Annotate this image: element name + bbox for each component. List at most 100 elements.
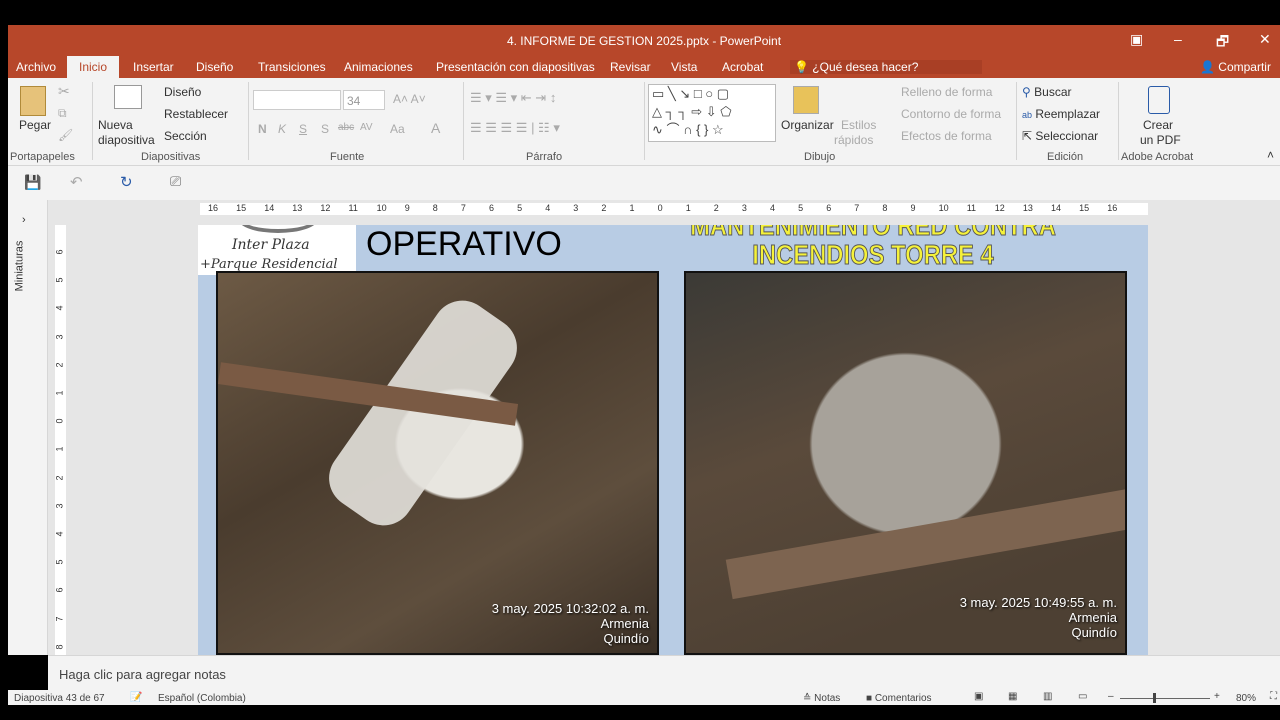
tab-insertar[interactable]: Insertar bbox=[133, 60, 174, 74]
layout-button[interactable]: Diseño bbox=[164, 85, 201, 99]
start-slideshow-icon[interactable]: ⎚ bbox=[170, 173, 181, 190]
tab-transiciones[interactable]: Transiciones bbox=[258, 60, 326, 74]
create-pdf-button[interactable]: un PDF bbox=[1140, 133, 1181, 147]
create-pdf-label[interactable]: Crear bbox=[1143, 118, 1173, 132]
collapse-ribbon-icon[interactable]: ˄ bbox=[1267, 148, 1274, 162]
paste-button[interactable]: Pegar bbox=[19, 118, 51, 132]
ribbon: Pegar ✂ ⧉ 🖌 Portapapeles Nueva diapositi… bbox=[8, 78, 1280, 166]
shadow-button[interactable]: S bbox=[321, 122, 329, 136]
zoom-level[interactable]: 80% bbox=[1236, 693, 1256, 704]
font-color-button[interactable]: A bbox=[431, 120, 440, 136]
zoom-in-button[interactable]: + bbox=[1214, 691, 1220, 702]
reset-button[interactable]: Restablecer bbox=[164, 107, 228, 121]
person-icon: 👤 bbox=[1200, 60, 1215, 74]
find-button[interactable]: ⚲ Buscar bbox=[1022, 85, 1072, 99]
comments-toggle[interactable]: ■ Comentarios bbox=[866, 693, 932, 704]
ruler-tick-label: 16 bbox=[208, 203, 219, 213]
cut-icon[interactable]: ✂ bbox=[58, 83, 70, 100]
thumbnails-pane[interactable]: › Miniaturas bbox=[8, 200, 48, 655]
slideshow-view-icon[interactable]: ▭ bbox=[1078, 691, 1087, 702]
slide-canvas[interactable]: Inter Plaza +Parque Residencial OPERATIV… bbox=[198, 225, 1148, 655]
shapes-gallery[interactable]: ▭ ╲ ↘ □ ○ ▢ △ ┐ ┐ ⇨ ⇩ ⬠ ∿ ⌒ ∩ { } ☆ bbox=[648, 84, 776, 142]
slide-sorter-icon[interactable]: ▦ bbox=[1008, 691, 1017, 702]
photo1-place: Armenia bbox=[600, 616, 649, 631]
notes-toggle[interactable]: ≙ Notas bbox=[803, 693, 840, 704]
tab-presentacion[interactable]: Presentación con diapositivas bbox=[436, 60, 595, 74]
minimize-button[interactable]: – bbox=[1174, 31, 1182, 47]
language-status[interactable]: Español (Colombia) bbox=[158, 693, 246, 704]
ruler-tick-label: 3 bbox=[573, 203, 579, 213]
tab-revisar[interactable]: Revisar bbox=[610, 60, 651, 74]
tell-me-search[interactable]: 💡 ¿Qué desea hacer? bbox=[790, 60, 982, 74]
new-slide-icon bbox=[114, 85, 142, 109]
select-button[interactable]: ⇱ Seleccionar bbox=[1022, 129, 1098, 143]
underline-button[interactable]: S bbox=[299, 122, 307, 136]
font-size-input[interactable]: 34 bbox=[343, 90, 385, 110]
zoom-slider[interactable] bbox=[1120, 698, 1210, 699]
tab-acrobat[interactable]: Acrobat bbox=[722, 60, 763, 74]
tab-archivo[interactable]: Archivo bbox=[16, 60, 56, 74]
italic-button[interactable]: K bbox=[278, 122, 286, 136]
ruler-tick-label: 4 bbox=[770, 203, 776, 213]
list-buttons[interactable]: ☰ ▾ ☰ ▾ ⇤ ⇥ ↕ bbox=[470, 90, 556, 106]
slide-title: MANTENIMIENTO RED CONTRA INCENDIOS TORRE… bbox=[665, 225, 1082, 270]
ruler-tick-label: 3 bbox=[54, 503, 65, 509]
shape-outline-button[interactable]: Contorno de forma bbox=[901, 107, 1001, 121]
redo-icon[interactable]: ↻ bbox=[120, 173, 133, 191]
expand-thumbnails-icon[interactable]: › bbox=[22, 214, 26, 226]
maximize-button[interactable]: 🗗 bbox=[1216, 31, 1229, 55]
tell-me-label: ¿Qué desea hacer? bbox=[812, 60, 919, 74]
zoom-out-button[interactable]: – bbox=[1108, 691, 1114, 702]
new-slide-button[interactable]: diapositiva bbox=[98, 133, 155, 147]
copy-icon[interactable]: ⧉ bbox=[58, 106, 67, 121]
notes-placeholder[interactable]: Haga clic para agregar notas bbox=[59, 667, 226, 682]
share-label: Compartir bbox=[1218, 60, 1271, 74]
bold-button[interactable]: N bbox=[258, 122, 267, 136]
ruler-tick-label: 9 bbox=[910, 203, 916, 213]
photo1-timestamp: 3 may. 2025 10:32:02 a. m. Armenia Quindío bbox=[492, 601, 649, 646]
ruler-tick-label: 9 bbox=[404, 203, 410, 213]
undo-icon[interactable]: ↶ bbox=[70, 173, 83, 191]
tab-animaciones[interactable]: Animaciones bbox=[344, 60, 413, 74]
strikethrough-button[interactable]: abc bbox=[338, 122, 354, 133]
ruler-tick-label: 1 bbox=[54, 446, 65, 452]
section-button[interactable]: Sección bbox=[164, 129, 207, 143]
reading-view-icon[interactable]: ▥ bbox=[1043, 691, 1052, 702]
tab-inicio[interactable]: Inicio bbox=[67, 56, 120, 78]
new-slide-label[interactable]: Nueva bbox=[98, 118, 133, 132]
font-name-input[interactable] bbox=[253, 90, 341, 110]
ruler-tick-label: 15 bbox=[1079, 203, 1090, 213]
fit-slide-icon[interactable]: ⛶ bbox=[1270, 691, 1277, 702]
grow-font-icon[interactable]: A˄ A˅ bbox=[393, 92, 426, 106]
quick-styles-label[interactable]: Estilos bbox=[841, 118, 876, 132]
notes-pane[interactable]: Haga clic para agregar notas bbox=[48, 655, 1280, 690]
normal-view-icon[interactable]: ▣ bbox=[974, 691, 983, 702]
format-painter-icon[interactable]: 🖌 bbox=[58, 128, 73, 142]
wood-plank bbox=[725, 486, 1125, 600]
zoom-slider-thumb[interactable] bbox=[1153, 693, 1156, 703]
find-label: Buscar bbox=[1034, 85, 1072, 99]
shape-effects-button[interactable]: Efectos de forma bbox=[901, 129, 992, 143]
shape-fill-button[interactable]: Relleno de forma bbox=[901, 85, 992, 99]
arrange-button[interactable]: Organizar bbox=[781, 118, 834, 132]
photo2-timestamp: 3 may. 2025 10:49:55 a. m. Armenia Quindío bbox=[960, 595, 1117, 640]
ruler-tick-label: 2 bbox=[54, 362, 65, 368]
spellcheck-icon[interactable]: 📝 bbox=[130, 692, 142, 703]
change-case-button[interactable]: Aa bbox=[390, 122, 405, 136]
save-icon[interactable]: 💾 bbox=[24, 174, 41, 191]
replace-button[interactable]: ab Reemplazar bbox=[1022, 107, 1100, 121]
photo2-place: Armenia bbox=[1068, 610, 1117, 625]
align-buttons[interactable]: ☰ ☰ ☰ ☰ | ☷ ▾ bbox=[470, 120, 560, 136]
ruler-tick-label: 7 bbox=[54, 616, 65, 622]
quick-styles-button[interactable]: rápidos bbox=[834, 133, 873, 147]
close-button[interactable]: ✕ bbox=[1259, 31, 1271, 48]
char-spacing-button[interactable]: AV bbox=[360, 122, 373, 133]
group-label-fuente: Fuente bbox=[330, 151, 365, 163]
ruler-tick-label: 8 bbox=[432, 203, 438, 213]
tab-diseno[interactable]: Diseño bbox=[196, 60, 233, 74]
share-button[interactable]: 👤 Compartir bbox=[1200, 60, 1271, 74]
ribbon-display-icon[interactable]: ▣ bbox=[1130, 31, 1143, 48]
ruler-tick-label: 16 bbox=[1107, 203, 1118, 213]
group-label-acrobat: Adobe Acrobat bbox=[1121, 151, 1194, 163]
tab-vista[interactable]: Vista bbox=[671, 60, 697, 74]
